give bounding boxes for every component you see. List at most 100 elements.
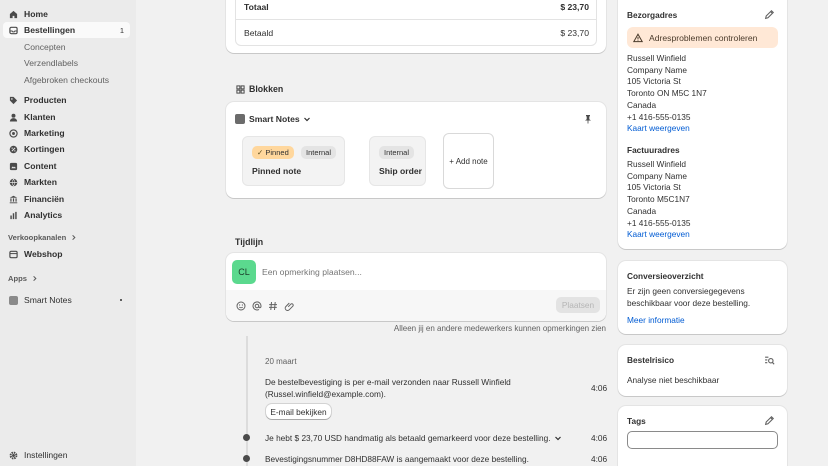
address-line: 105 Victoria St xyxy=(627,182,681,193)
sidebar-item-markets[interactable]: Markten xyxy=(3,174,130,190)
apps-heading[interactable]: Apps xyxy=(8,274,38,283)
sidebar-item-label: Producten xyxy=(24,95,67,105)
sidebar-item-customers[interactable]: Klanten xyxy=(3,109,130,125)
sidebar-item-marketing[interactable]: Marketing xyxy=(3,125,130,141)
order-risk-card: Bestelrisico Analyse niet beschikbaar xyxy=(618,345,787,396)
chart-icon xyxy=(10,211,17,219)
note-title: Ship order xyxy=(379,166,422,176)
sidebar-item-webshop[interactable]: Webshop xyxy=(3,246,130,262)
sidebar-item-label: Bestellingen xyxy=(24,25,76,35)
timeline-date: 20 maart xyxy=(265,357,297,366)
emoji-icon[interactable] xyxy=(236,301,246,311)
post-button[interactable]: Plaatsen xyxy=(556,297,600,313)
timeline-line xyxy=(246,336,248,466)
avatar: CL xyxy=(232,260,256,284)
store-icon xyxy=(9,250,18,258)
tag-icon xyxy=(9,96,18,104)
tags-input[interactable] xyxy=(627,431,778,449)
sidebar-item-settings[interactable]: Instellingen xyxy=(3,447,130,463)
add-note-button[interactable]: + Add note xyxy=(443,133,494,189)
chevron-down-icon xyxy=(554,436,561,441)
sidebar: Home Bestellingen 1 Concepten Verzendlab… xyxy=(0,0,136,466)
address-line: Russell Winfield xyxy=(627,159,687,169)
sidebar-item-orders[interactable]: Bestellingen 1 xyxy=(3,22,130,38)
target-icon xyxy=(9,128,18,138)
conversion-card: Conversieoverzicht Er zijn geen conversi… xyxy=(618,261,787,334)
tags-heading: Tags xyxy=(627,416,646,426)
timeline-dot xyxy=(243,434,250,441)
order-risk-text: Analyse niet beschikbaar xyxy=(627,375,720,385)
sidebar-item-products[interactable]: Producten xyxy=(3,92,130,108)
timeline-event-time: 4:06 xyxy=(591,383,608,393)
pin-icon[interactable] xyxy=(583,114,593,124)
tag-pinned: ✓ Pinned xyxy=(252,146,294,159)
discount-icon xyxy=(9,145,18,153)
sidebar-item-analytics[interactable]: Analytics xyxy=(3,207,130,223)
sidebar-item-label: Financiën xyxy=(24,194,65,204)
app-selector[interactable]: Smart Notes xyxy=(249,114,311,124)
sidebar-subitem-abandoned-checkouts[interactable]: Afgebroken checkouts xyxy=(24,75,109,85)
sidebar-item-content[interactable]: Content xyxy=(3,158,130,174)
paid-value: $ 23,70 xyxy=(560,28,589,38)
search-list-icon[interactable] xyxy=(764,355,775,366)
chevron-down-icon xyxy=(303,117,310,122)
app-selector-label: Smart Notes xyxy=(249,114,300,124)
attachment-icon[interactable] xyxy=(284,301,294,311)
address-line: Canada xyxy=(627,99,657,110)
blocks-icon xyxy=(236,85,245,94)
bank-icon xyxy=(9,195,18,203)
comment-input[interactable] xyxy=(262,264,582,280)
chevron-right-icon xyxy=(33,275,37,282)
smart-notes-app-icon xyxy=(235,114,245,124)
comment-composer: CL Plaatsen xyxy=(226,253,606,321)
orders-count-badge: 1 xyxy=(119,25,124,35)
view-email-button[interactable]: E-mail bekijken xyxy=(266,404,331,419)
address-warning-banner[interactable]: Adresproblemen controleren xyxy=(627,27,778,48)
more-dot-icon[interactable] xyxy=(119,298,122,302)
note-title: Pinned note xyxy=(252,166,302,176)
sidebar-item-label: Webshop xyxy=(24,249,63,259)
hashtag-icon[interactable] xyxy=(268,301,278,311)
sidebar-item-discounts[interactable]: Kortingen xyxy=(3,141,130,157)
view-map-link[interactable]: Kaart weergeven xyxy=(627,229,690,241)
chevron-right-icon xyxy=(72,234,76,241)
pin-emoji-icon: ✓ xyxy=(257,148,264,157)
note-card[interactable]: Internal Ship order xyxy=(369,136,426,186)
timeline-event-time: 4:06 xyxy=(591,454,608,464)
timeline-dot xyxy=(243,455,250,462)
address-card: Bezorgadres Adresproblemen controleren R… xyxy=(618,0,787,249)
address-line: +1 416-555-0135 xyxy=(627,217,691,228)
address-line: Company Name xyxy=(627,64,687,75)
sidebar-item-finances[interactable]: Financiën xyxy=(3,191,130,207)
sidebar-subitem-shipping-labels[interactable]: Verzendlabels xyxy=(24,58,78,68)
timeline-event-text: Bevestigingsnummer D8HD88FAW is aangemaa… xyxy=(265,454,529,464)
view-map-link[interactable]: Kaart weergeven xyxy=(627,123,707,135)
sidebar-item-label: Markten xyxy=(24,177,57,187)
composer-toolbar: Plaatsen xyxy=(226,290,606,321)
sidebar-item-label: Content xyxy=(24,161,57,171)
billing-address: Russell Winfield Company Name 105 Victor… xyxy=(627,159,690,241)
address-line: Toronto M5C1N7 xyxy=(627,194,690,205)
pencil-icon[interactable] xyxy=(764,415,775,426)
address-line: Russell Winfield xyxy=(627,53,687,63)
pencil-icon[interactable] xyxy=(764,9,775,20)
timeline-event[interactable]: Je hebt $ 23,70 USD handmatig als betaal… xyxy=(265,433,562,443)
mention-icon[interactable] xyxy=(252,301,262,311)
sidebar-item-home[interactable]: Home xyxy=(3,6,130,22)
address-line: 105 Victoria St xyxy=(627,76,681,87)
person-icon xyxy=(9,113,18,122)
smart-notes-block-card: Smart Notes ✓ Pinned Internal Pinned not… xyxy=(226,102,606,198)
timeline-heading: Tijdlijn xyxy=(235,237,264,247)
sidebar-item-label: Klanten xyxy=(24,112,56,122)
total-value: $ 23,70 xyxy=(560,2,589,12)
sidebar-item-label: Instellingen xyxy=(24,450,68,460)
blocks-heading: Blokken xyxy=(249,84,284,94)
sidebar-item-smart-notes[interactable]: Smart Notes xyxy=(3,292,130,308)
smart-notes-app-icon xyxy=(9,295,18,305)
address-warning-text: Adresproblemen controleren xyxy=(649,32,758,43)
sidebar-subitem-drafts[interactable]: Concepten xyxy=(24,42,66,52)
payment-summary-box: Totaal $ 23,70 Betaald $ 23,70 xyxy=(235,0,597,46)
more-info-link[interactable]: Meer informatie xyxy=(627,315,685,325)
sales-channels-heading[interactable]: Verkoopkanalen xyxy=(8,233,77,242)
note-card[interactable]: ✓ Pinned Internal Pinned note xyxy=(242,136,345,186)
